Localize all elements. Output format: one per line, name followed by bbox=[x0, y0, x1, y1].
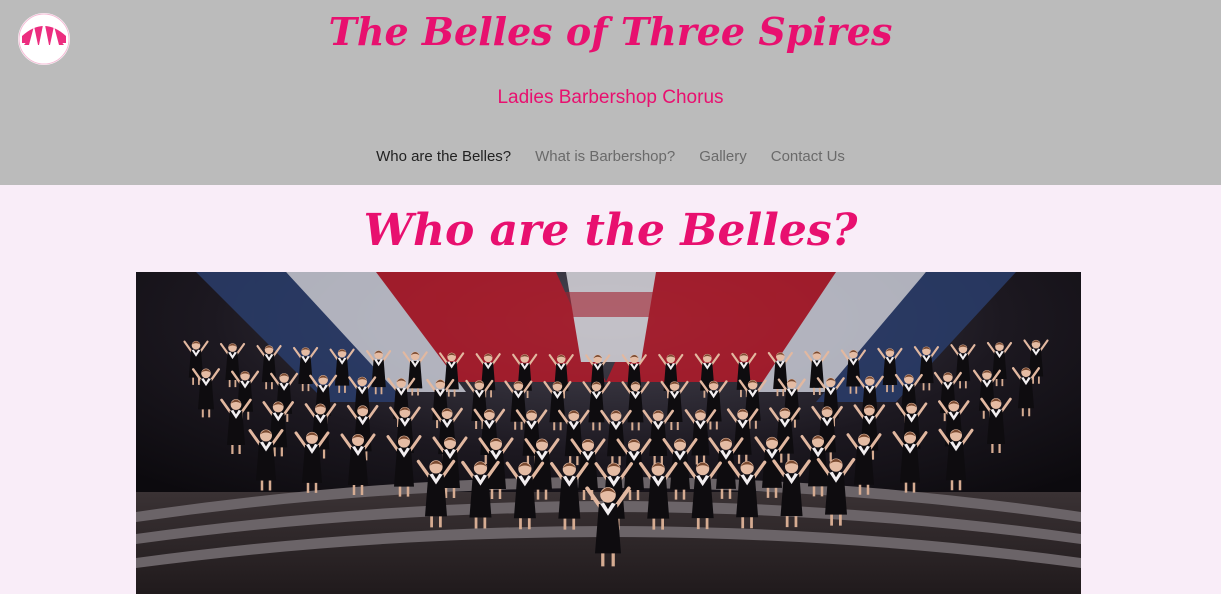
site-header: The Belles of Three Spires Ladies Barber… bbox=[0, 0, 1221, 185]
site-subtitle: Ladies Barbershop Chorus bbox=[497, 87, 724, 108]
site-title: The Belles of Three Spires bbox=[328, 9, 893, 54]
chorus-photo bbox=[136, 272, 1081, 594]
main-nav: Who are the Belles? What is Barbershop? … bbox=[0, 147, 1221, 167]
nav-item-contact-us[interactable]: Contact Us bbox=[771, 147, 845, 167]
page-heading: Who are the Belles? bbox=[363, 205, 858, 256]
nav-item-what-is-barbershop[interactable]: What is Barbershop? bbox=[535, 147, 675, 167]
nav-item-who-are-the-belles[interactable]: Who are the Belles? bbox=[376, 147, 511, 167]
nav-item-gallery[interactable]: Gallery bbox=[699, 147, 747, 167]
